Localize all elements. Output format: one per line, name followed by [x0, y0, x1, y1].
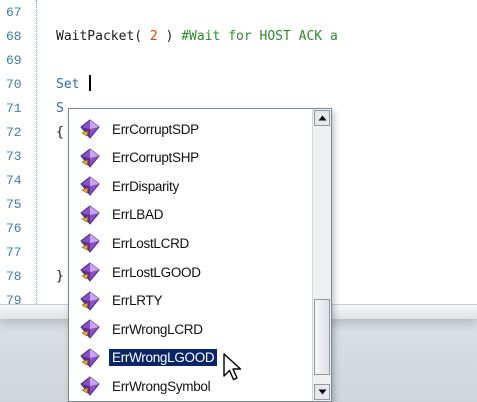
line-number: 76 — [6, 221, 22, 236]
function-call: WaitPacket( — [56, 29, 150, 44]
completion-item-label: ErrLostLCRD — [112, 235, 189, 251]
completion-item-label: ErrWrongSymbol — [112, 378, 211, 394]
set-keyword: Set — [56, 77, 88, 92]
method-icon — [80, 290, 100, 311]
code-line-68[interactable]: WaitPacket( 2 ) #Wait for HOST ACK a — [56, 26, 338, 48]
method-icon — [80, 233, 100, 254]
code-line-70[interactable]: Set — [56, 74, 92, 96]
line-number: 72 — [6, 125, 22, 140]
completion-item[interactable]: ErrLostLGOOD — [71, 258, 307, 286]
completion-item-label: ErrWrongLGOOD — [107, 348, 219, 368]
method-icon — [80, 319, 100, 339]
completion-item[interactable]: ErrLostLCRD — [71, 229, 307, 257]
arrow-down-icon — [318, 389, 326, 395]
method-icon — [80, 376, 100, 397]
text-caret — [89, 75, 92, 91]
mouse-pointer-icon — [223, 353, 242, 381]
completion-item-label: ErrLBAD — [112, 207, 164, 223]
completion-item-label: ErrLostLGOOD — [112, 264, 201, 280]
method-icon — [80, 176, 100, 196]
line-number: 77 — [6, 245, 22, 260]
completion-item[interactable]: ErrWrongLCRD — [71, 315, 307, 343]
scroll-down-button[interactable] — [314, 384, 330, 400]
code-line-71[interactable]: S — [56, 98, 64, 120]
line-number: 68 — [6, 29, 22, 44]
completion-item[interactable]: ErrCorruptSHP — [71, 144, 307, 172]
line-number: 67 — [6, 5, 22, 20]
scrollbar-thumb[interactable] — [314, 299, 330, 375]
completion-item-label: ErrLRTY — [112, 293, 163, 309]
line-number: 78 — [6, 269, 22, 284]
method-icon — [80, 262, 100, 282]
method-icon — [80, 205, 100, 225]
completion-item[interactable]: ErrCorruptSDP — [71, 115, 307, 143]
completion-item[interactable]: ErrWrongLGOOD — [71, 344, 307, 372]
method-icon — [80, 348, 100, 368]
completion-item[interactable]: ErrWrongSymbol — [71, 372, 307, 400]
completion-item[interactable]: ErrLBAD — [71, 201, 307, 229]
line-number: 74 — [6, 173, 22, 188]
vertical-scrollbar[interactable] — [312, 109, 331, 401]
line-number: 71 — [6, 101, 22, 116]
completion-item-label: ErrDisparity — [112, 178, 179, 194]
scroll-up-button[interactable] — [314, 110, 330, 126]
line-number: 69 — [6, 53, 22, 68]
completion-item-label: ErrCorruptSDP — [112, 121, 199, 137]
line-number: 73 — [6, 149, 22, 164]
line-number: 70 — [6, 77, 22, 92]
completion-item-label: ErrCorruptSHP — [112, 150, 199, 166]
autocomplete-list[interactable]: ErrCorruptSDP ErrCorruptSHP ErrDisparity Er… — [68, 108, 332, 402]
number-literal: 2 — [149, 29, 158, 44]
code-line-72[interactable]: { — [56, 122, 64, 144]
code-line-78[interactable]: } — [56, 266, 64, 288]
method-icon — [80, 147, 100, 168]
method-icon — [80, 119, 100, 139]
arrow-up-icon — [318, 115, 326, 121]
completion-item[interactable]: ErrLRTY — [71, 287, 307, 315]
completion-item[interactable]: ErrDisparity — [71, 172, 307, 200]
line-number: 75 — [6, 197, 22, 212]
code-text: ) — [157, 29, 182, 44]
line-number-gutter: 67 68 69 70 71 72 73 74 75 76 77 78 79 — [0, 0, 37, 318]
completion-item-label: ErrWrongLCRD — [112, 321, 203, 337]
code-comment: #Wait for HOST ACK a — [181, 29, 338, 44]
